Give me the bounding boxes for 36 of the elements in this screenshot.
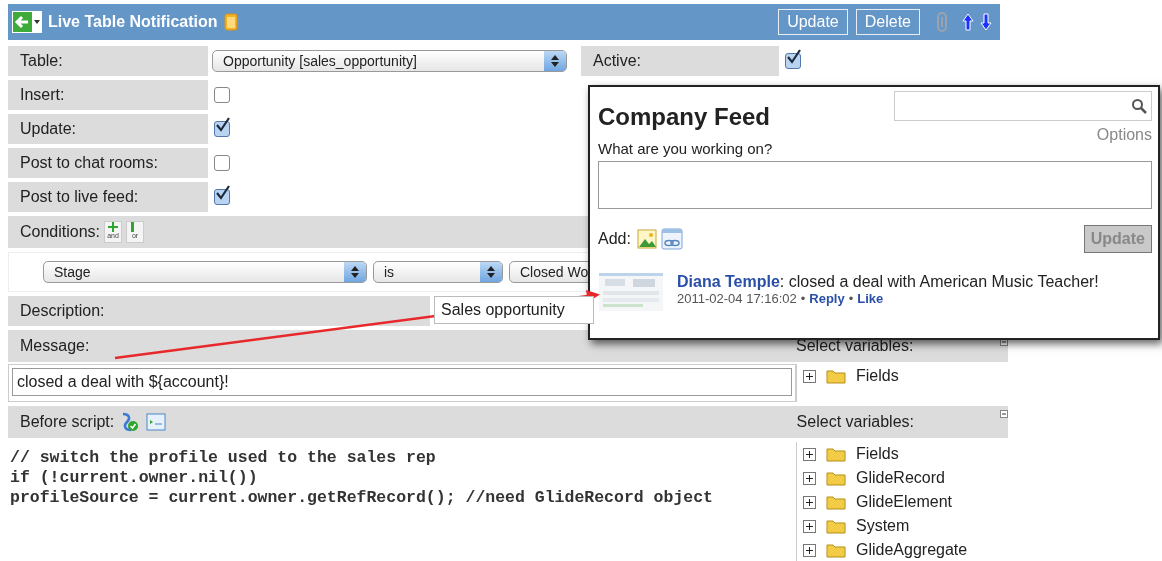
table-select[interactable]: Opportunity [sales_opportunity] [212,50,567,72]
post-action-link[interactable]: Like [857,291,884,306]
tree-item[interactable]: GlideRecord [856,469,945,487]
author-link[interactable]: Diana Temple [677,273,780,290]
post-time: 2011-02-04 17:16:02 [677,291,797,306]
field-label: Table: [8,46,208,76]
field-label: Post to live feed: [8,182,208,212]
message-field[interactable]: closed a deal with ${account}! [12,368,792,396]
add-label: Add: [598,230,631,248]
tree-item[interactable]: Fields [856,367,899,385]
tree-item[interactable]: GlideElement [856,493,953,511]
section-label: Before script: [19,413,115,431]
script-editor[interactable]: // switch the profile used to the sales rep if (!current.owner.nil()) profileSource = current.owner.getRefRecord(); //need GlideRecord object [8,442,796,561]
prompt-label: What are you working on? [598,140,774,157]
form-title: Live Table Notification [48,13,218,31]
feed-title: Company Feed [598,103,771,132]
post-text: Diana Temple: closed a deal with American Music Teacher! [677,273,1099,291]
condition-select[interactable]: is [373,261,503,283]
section-label: Select variables: [795,337,914,355]
separator-dot: • [800,291,806,306]
tree-item[interactable]: System [856,517,910,535]
section-label: Message: [19,337,91,355]
field-label: Update: [8,114,208,144]
tree-item[interactable]: Fields [856,445,899,463]
condition-select[interactable]: Stage [43,261,367,283]
field-label: Insert: [8,80,208,110]
separator-dot: • [848,291,854,306]
post-action-link[interactable]: Reply [809,291,845,306]
description-field[interactable]: Sales opportunity [434,296,594,324]
section-label: Conditions: [19,223,101,241]
options-link[interactable]: Options [1096,126,1152,144]
tree-item[interactable]: GlideAggregate [856,541,968,559]
field-label: Post to chat rooms: [8,148,208,178]
field-label: Active: [581,46,779,76]
field-label: Description: [8,296,430,326]
section-label: Select variables: [795,413,914,431]
